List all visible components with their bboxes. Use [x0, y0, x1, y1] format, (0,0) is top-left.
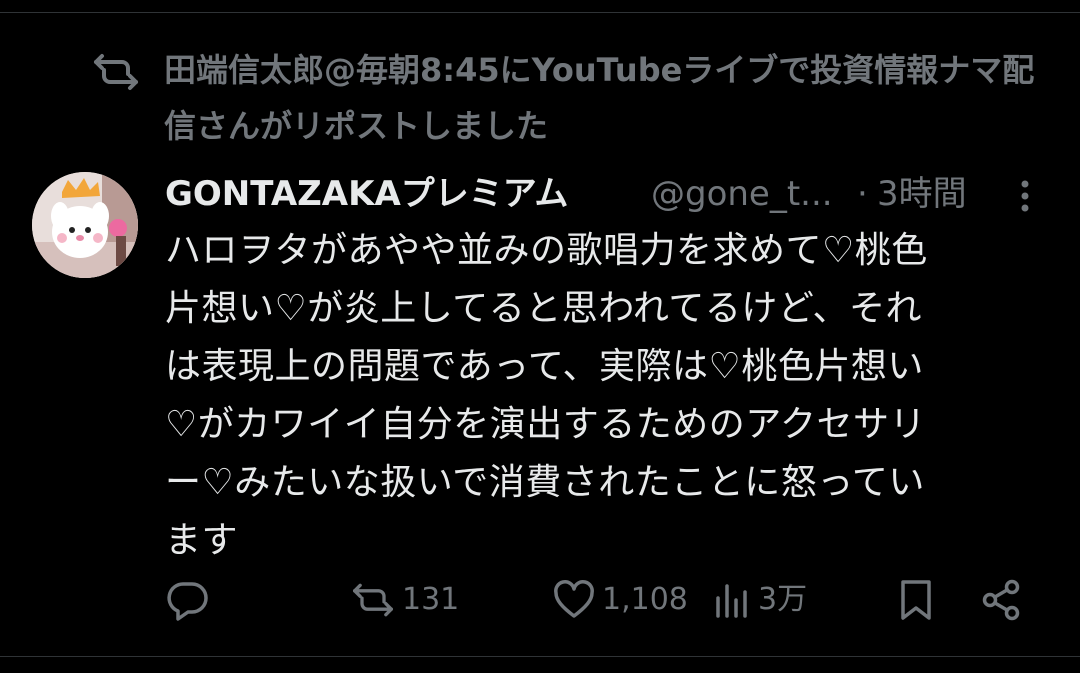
- more-options-button[interactable]: [1009, 178, 1041, 214]
- tweet-timestamp[interactable]: 3時間: [877, 170, 967, 218]
- tweet-header: GONTAZAKAプレミアム @gone_t... · 3時間: [165, 166, 1045, 222]
- repost-context-text[interactable]: 田端信太郎@毎朝8:45にYouTubeライブで投資情報ナマ配信さんがリポストし…: [164, 42, 1054, 154]
- header-separator: ·: [857, 174, 868, 214]
- share-button[interactable]: [980, 574, 1024, 626]
- repost-count: 131: [402, 582, 460, 617]
- repost-button[interactable]: 131: [350, 574, 459, 626]
- repost-icon: [92, 48, 140, 96]
- heart-icon: [552, 578, 596, 622]
- like-count: 1,108: [602, 582, 688, 617]
- author-display-name[interactable]: GONTAZAKAプレミアム: [165, 170, 568, 218]
- views-icon: [712, 578, 752, 622]
- bookmark-button[interactable]: [898, 574, 934, 626]
- like-button[interactable]: 1,108: [552, 574, 688, 626]
- views-count: 3万: [758, 582, 808, 617]
- avatar[interactable]: [32, 172, 138, 278]
- reply-icon: [166, 578, 210, 622]
- views-button[interactable]: 3万: [712, 574, 807, 626]
- top-divider: [0, 12, 1080, 13]
- share-icon: [980, 578, 1024, 622]
- tweet-actions: 131 1,108 3万: [166, 574, 1046, 626]
- bookmark-icon: [898, 578, 934, 622]
- repost-icon: [350, 578, 396, 622]
- author-handle[interactable]: @gone_t...: [651, 170, 833, 218]
- tweet-text: ハロヲタがあやや並みの歌唱力を求めて♡桃色 片想い♡が炎上してると思われてるけど…: [165, 230, 928, 561]
- reply-button[interactable]: [166, 574, 210, 626]
- more-icon: [1021, 180, 1029, 212]
- bottom-divider: [0, 656, 1080, 657]
